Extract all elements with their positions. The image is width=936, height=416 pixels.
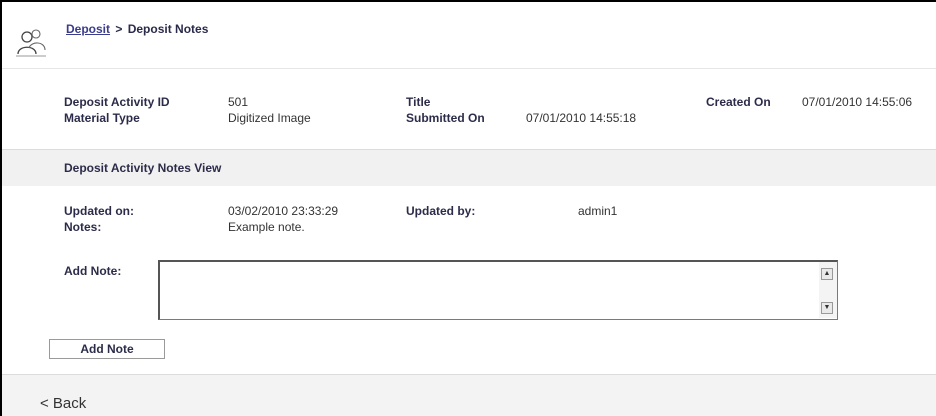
submitted-on-label: Submitted On <box>406 111 485 125</box>
page-footer: < Back <box>2 374 936 416</box>
page-header: Deposit > Deposit Notes <box>2 2 936 68</box>
add-note-textarea-frame: ▲ ▼ <box>158 260 838 320</box>
notes-value: Example note. <box>228 220 305 234</box>
created-on-label: Created On <box>706 95 771 109</box>
updated-by-label: Updated by: <box>406 204 476 218</box>
add-note-button[interactable]: Add Note <box>49 339 165 359</box>
material-type-label: Material Type <box>64 111 140 125</box>
updated-by-value: admin1 <box>578 204 618 218</box>
deposit-info-panel: Deposit Activity ID 501 Title Created On… <box>2 68 936 149</box>
created-on-value: 07/01/2010 14:55:06 <box>802 95 913 109</box>
scroll-up-arrow-icon[interactable]: ▲ <box>821 268 833 280</box>
breadcrumb-deposit-link[interactable]: Deposit <box>66 22 110 36</box>
textarea-scrollbar[interactable]: ▲ ▼ <box>819 262 837 318</box>
deposit-notes-window: Deposit > Deposit Notes Deposit Activity… <box>0 0 936 416</box>
title-label: Title <box>406 95 431 109</box>
notes-section-header: Deposit Activity Notes View <box>2 149 936 187</box>
material-type-value: Digitized Image <box>228 111 311 125</box>
breadcrumb: Deposit > Deposit Notes <box>66 22 208 36</box>
notes-label: Notes: <box>64 220 102 234</box>
add-note-textarea[interactable] <box>160 262 818 318</box>
scroll-down-arrow-icon[interactable]: ▼ <box>821 302 833 314</box>
users-icon <box>14 26 48 58</box>
activity-id-label: Deposit Activity ID <box>64 95 170 109</box>
updated-on-label: Updated on: <box>64 204 134 218</box>
updated-on-value: 03/02/2010 23:33:29 <box>228 204 339 218</box>
back-link[interactable]: < Back <box>40 395 86 412</box>
notes-section-title: Deposit Activity Notes View <box>64 161 222 175</box>
breadcrumb-current: Deposit Notes <box>127 22 209 36</box>
activity-id-value: 501 <box>228 95 249 109</box>
add-note-label: Add Note: <box>64 264 122 278</box>
notes-panel: Updated on: 03/02/2010 23:33:29 Updated … <box>2 186 936 374</box>
submitted-on-value: 07/01/2010 14:55:18 <box>526 111 637 125</box>
breadcrumb-separator: > <box>115 22 123 36</box>
